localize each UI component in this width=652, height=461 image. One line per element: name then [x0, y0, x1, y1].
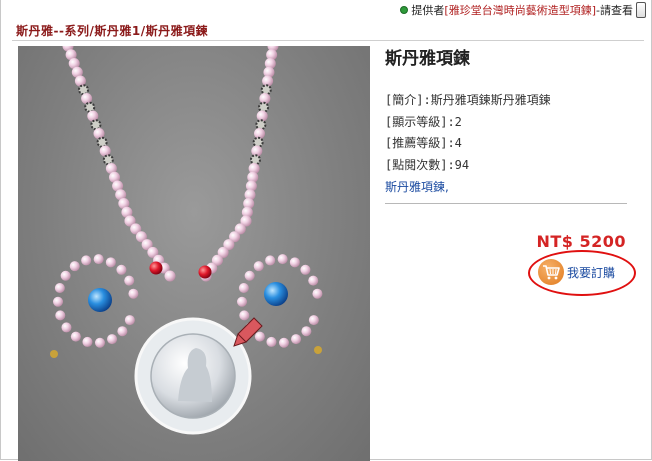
pearl-bead [70, 331, 81, 342]
pearl-bead [53, 296, 64, 307]
spacer-bead [102, 154, 114, 166]
order-button[interactable]: 我要訂購 [538, 259, 615, 285]
pearl-bead [237, 296, 248, 307]
green-dot-icon [400, 6, 409, 14]
pearl-bead [55, 310, 66, 321]
provider-line: 提供者 [雅珍堂台灣時尚藝術造型項鍊] -請查看 [400, 2, 646, 18]
shop-link[interactable]: [雅珍堂台灣時尚藝術造型項鍊] [444, 2, 596, 18]
pearl-bead [289, 257, 300, 268]
pearl-bead [253, 261, 264, 272]
pearl-bead [93, 254, 104, 265]
pearl-bead [300, 264, 311, 275]
pearl-bead [308, 315, 319, 326]
pearl-bead [82, 336, 93, 347]
shopping-cart-icon[interactable] [538, 259, 564, 285]
pearl-bead [265, 255, 276, 266]
product-info: [簡介]:斯丹雅項鍊斯丹雅項鍊 [顯示等級]:2 [推薦等級]:4 [點閱次數]… [385, 90, 551, 176]
pearl-bead [124, 275, 135, 286]
pearl-bead [164, 270, 176, 282]
gold-clasp [314, 346, 322, 354]
views-text: [點閱次數]:94 [385, 157, 470, 172]
price-label: NT$ 5200 [536, 232, 626, 251]
pearl-bead [107, 334, 118, 345]
pearl-bead [61, 322, 72, 333]
intro-text: [簡介]:斯丹雅項鍊斯丹雅項鍊 [385, 93, 551, 107]
divider [385, 203, 627, 204]
product-image [18, 46, 370, 461]
ruby-bead [149, 261, 163, 275]
pearl-bead [69, 261, 80, 272]
pearl-bead [81, 255, 92, 266]
spacer-bead [90, 119, 102, 131]
provider-label: 提供者 [411, 4, 445, 17]
tag-link[interactable]: 斯丹雅項鍊, [385, 178, 449, 195]
order-label[interactable]: 我要訂購 [567, 264, 615, 281]
spacer-bead [84, 101, 96, 113]
pearl-bead [244, 270, 255, 281]
pearl-bead [312, 288, 323, 299]
pearl-bead [117, 326, 128, 337]
spacer-bead [96, 136, 108, 148]
pearl-bead [254, 331, 265, 342]
pearl-bead [116, 264, 127, 275]
scroll-cap-icon[interactable] [636, 2, 646, 18]
pearl-bead [128, 288, 139, 299]
pearl-bead [60, 270, 71, 281]
pearl-bead [308, 275, 319, 286]
recommend-level-text: [推薦等級]:4 [385, 136, 462, 150]
spacer-bead [252, 136, 264, 148]
product-title: 斯丹雅項鍊 [385, 49, 470, 69]
pearl-bead [124, 315, 135, 326]
pearl-bead [239, 310, 250, 321]
pearl-bead [291, 334, 302, 345]
ruby-bead [198, 265, 212, 279]
divider [12, 40, 644, 41]
provider-suffix[interactable]: -請查看 [596, 2, 633, 18]
pearl-bead [266, 336, 277, 347]
pearl-bead [94, 337, 105, 348]
pearl-bead [278, 337, 289, 348]
pearl-bead [301, 326, 312, 337]
breadcrumb[interactable]: 斯丹雅--系列/斯丹雅1/斯丹雅項鍊 [16, 22, 208, 39]
blue-bead [264, 282, 288, 306]
blue-bead [88, 288, 112, 312]
spacer-bead [260, 84, 272, 96]
pencil-icon [233, 317, 263, 347]
gold-clasp [50, 350, 58, 358]
pearl-bead [277, 254, 288, 265]
spacer-bead [249, 154, 261, 166]
necklace-illustration [50, 46, 323, 435]
spacer-bead [255, 119, 267, 131]
pearl-bead [54, 283, 65, 294]
spacer-bead [258, 101, 270, 113]
display-level-text: [顯示等級]:2 [385, 114, 462, 129]
pearl-bead [238, 283, 249, 294]
spacer-bead [78, 84, 89, 96]
pearl-bead [105, 257, 116, 268]
order-highlight-ring: 我要訂購 [528, 250, 636, 296]
